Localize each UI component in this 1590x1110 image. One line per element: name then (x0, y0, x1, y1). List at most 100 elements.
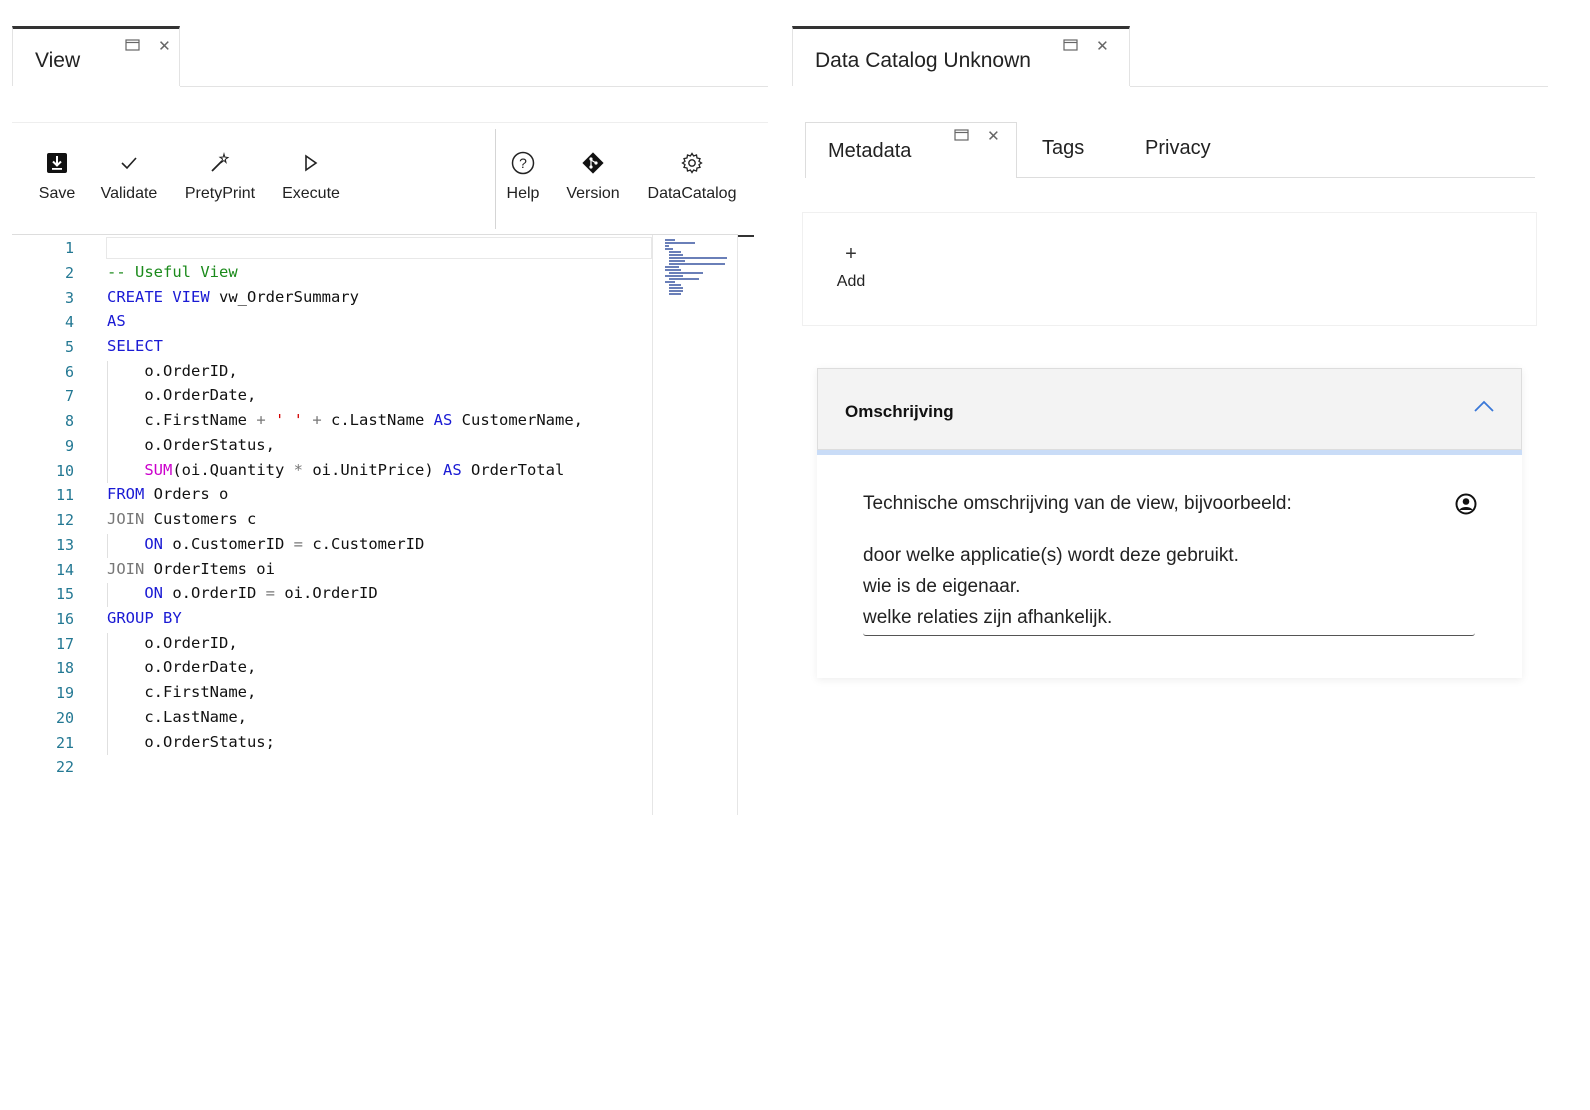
version-button[interactable]: Version (562, 123, 624, 235)
code-line-14: JOIN OrderItems oi (107, 560, 275, 578)
code-line-9: o.OrderStatus, (107, 436, 275, 454)
code-line-21: o.OrderStatus; (107, 733, 275, 751)
line-number: 9 (64, 437, 74, 455)
tab-privacy[interactable]: Privacy (1145, 137, 1211, 160)
git-icon (562, 151, 624, 175)
description-line: welke relaties zijn afhankelijk. (863, 607, 1113, 628)
accordion-accent-bar (817, 450, 1522, 455)
line-number: 19 (55, 684, 74, 702)
editor-toolbar: Save Validate PretyPrint Execute ? Help … (12, 122, 768, 235)
maximize-icon[interactable] (954, 128, 969, 145)
line-number: 22 (55, 758, 74, 776)
right-tab-strip-line (1130, 86, 1548, 87)
help-button[interactable]: ? Help (502, 123, 544, 235)
add-label: Add (836, 273, 866, 290)
line-number: 11 (55, 486, 74, 504)
tab-metadata[interactable]: Metadata ✕ (805, 122, 1017, 178)
view-window-title: View (35, 49, 81, 72)
code-line-6: o.OrderID, (107, 362, 238, 380)
plus-icon: + (845, 243, 857, 265)
line-number: 13 (55, 536, 74, 554)
tab-tags[interactable]: Tags (1042, 137, 1084, 160)
data-catalog-window-title: Data Catalog Unknown (815, 49, 1031, 72)
code-line-17: o.OrderID, (107, 634, 238, 652)
current-line-highlight (106, 237, 652, 259)
execute-button[interactable]: Execute (278, 123, 344, 235)
validate-label: Validate (100, 185, 158, 202)
line-number: 8 (64, 412, 74, 430)
pretty-print-button[interactable]: PretyPrint (180, 123, 260, 235)
code-minimap[interactable] (652, 235, 738, 815)
line-number: 1 (64, 239, 74, 257)
accordion-header[interactable]: Omschrijving (817, 368, 1522, 450)
code-line-2: -- Useful View (107, 263, 238, 281)
line-number: 6 (64, 363, 74, 381)
maximize-icon[interactable] (1063, 38, 1078, 55)
description-line: Technische omschrijving van de view, bij… (863, 493, 1292, 514)
help-label: Help (506, 185, 540, 202)
line-number: 15 (55, 585, 74, 603)
close-icon[interactable]: ✕ (1096, 37, 1109, 55)
description-textarea[interactable]: Technische omschrijving van de view, bij… (863, 488, 1475, 633)
minimap-scroll-indicator[interactable] (738, 235, 754, 237)
view-window-tab[interactable]: View ✕ (12, 26, 180, 86)
code-line-19: c.FirstName, (107, 683, 257, 701)
gear-icon (646, 151, 738, 175)
data-catalog-window-tab[interactable]: Data Catalog Unknown ✕ (792, 26, 1130, 86)
add-panel: + Add (802, 212, 1537, 326)
version-label: Version (566, 185, 620, 202)
code-line-20: c.LastName, (107, 708, 247, 726)
code-line-10: SUM(oi.Quantity * oi.UnitPrice) AS Order… (144, 461, 565, 479)
description-accordion: Omschrijving Technische omschrijving van… (817, 368, 1522, 678)
data-catalog-label: DataCatalog (647, 185, 737, 202)
textarea-underline (863, 633, 1475, 636)
close-icon[interactable]: ✕ (158, 37, 171, 55)
code-line-18: o.OrderDate, (107, 658, 257, 676)
magic-wand-icon (180, 151, 260, 175)
close-icon[interactable]: ✕ (987, 127, 1000, 145)
user-circle-icon[interactable] (1455, 493, 1477, 520)
tab-metadata-label: Metadata (828, 140, 912, 162)
line-number: 5 (64, 338, 74, 356)
code-line-3: CREATE VIEW vw_OrderSummary (107, 288, 359, 306)
code-line-16: GROUP BY (107, 609, 182, 627)
code-line-11: FROM Orders o (107, 485, 229, 503)
validate-button[interactable]: Validate (96, 123, 162, 235)
save-label: Save (38, 185, 76, 202)
line-number: 7 (64, 387, 74, 405)
code-line-7: o.OrderDate, (107, 386, 257, 404)
chevron-up-icon[interactable] (1473, 399, 1495, 418)
play-icon (278, 151, 344, 175)
description-line: wie is de eigenaar. (863, 576, 1021, 597)
toolbar-separator (495, 129, 496, 229)
maximize-icon[interactable] (125, 38, 140, 55)
execute-label: Execute (282, 185, 340, 202)
line-number: 14 (55, 561, 74, 579)
code-line-12: JOIN Customers c (107, 510, 257, 528)
code-line-4: AS (107, 312, 126, 330)
code-line-5: SELECT (107, 337, 163, 355)
save-icon (30, 151, 84, 175)
sql-editor[interactable]: 1 2 3 4 5 6 7 8 9 10 11 12 13 14 15 16 1… (12, 234, 754, 815)
save-button[interactable]: Save (30, 123, 84, 235)
line-number: 12 (55, 511, 74, 529)
code-line-15: ON o.OrderID = oi.OrderID (144, 584, 378, 602)
line-number: 2 (64, 264, 74, 282)
line-number: 17 (55, 635, 74, 653)
accordion-title: Omschrijving (845, 402, 954, 421)
line-number: 16 (55, 610, 74, 628)
line-number: 21 (55, 734, 74, 752)
description-line: door welke applicatie(s) wordt deze gebr… (863, 545, 1239, 566)
line-number: 20 (55, 709, 74, 727)
pretty-print-label: PretyPrint (184, 185, 256, 202)
checkmark-icon (96, 151, 162, 175)
line-number: 18 (55, 659, 74, 677)
code-line-8: c.FirstName + ' ' + c.LastName AS Custom… (107, 411, 583, 429)
line-number: 4 (64, 313, 74, 331)
svg-text:?: ? (519, 155, 527, 171)
help-icon: ? (502, 151, 544, 175)
inner-tab-line (1017, 177, 1535, 178)
left-tab-strip-line (180, 86, 768, 87)
add-button[interactable]: + Add (831, 243, 871, 291)
data-catalog-button[interactable]: DataCatalog (646, 123, 738, 235)
